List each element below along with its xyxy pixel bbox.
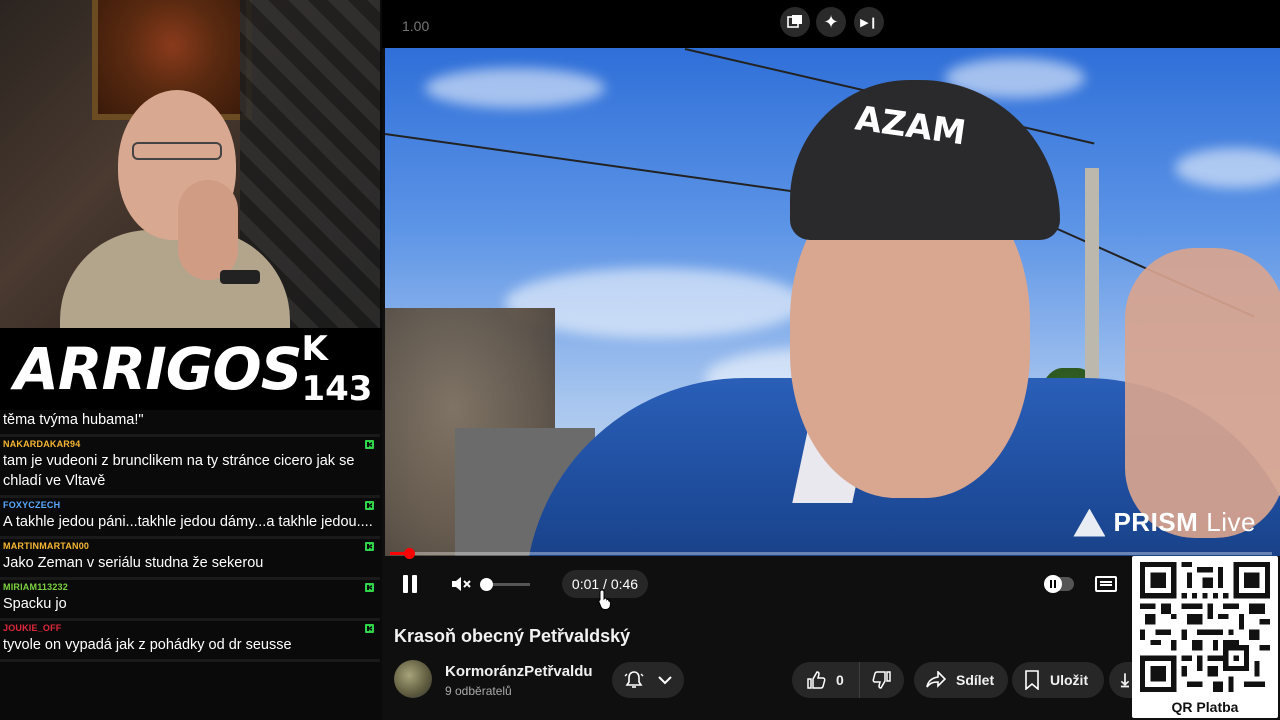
time-current: 0:01 bbox=[571, 576, 600, 592]
bookmark-icon bbox=[1025, 670, 1039, 690]
qr-payment-card: QR Platba bbox=[1132, 556, 1278, 718]
save-button[interactable]: Uložit bbox=[1012, 662, 1104, 698]
sparkle-icon: ✦ bbox=[823, 12, 839, 32]
chat-username: NAKARDAKAR94 bbox=[3, 439, 81, 449]
chat-message-text: Spacku jo bbox=[3, 596, 67, 612]
playback-speed: 1.00 bbox=[402, 18, 430, 34]
chat-username: FOXYCZECH bbox=[3, 500, 61, 510]
chat-username: MIRIAM113232 bbox=[3, 582, 68, 592]
volume-knob[interactable] bbox=[480, 577, 493, 591]
chat-username: MARTINMARTAN00 bbox=[3, 541, 90, 551]
download-icon: ⤓ bbox=[1121, 670, 1129, 690]
chat-message: MIRIAM113232 Spacku jo bbox=[0, 580, 380, 621]
chat-message: těma tvýma hubama!" bbox=[0, 410, 380, 437]
chat-message: JOUKIE_OFF tyvole on vypadá jak z pohádk… bbox=[0, 621, 380, 662]
watermark-live: Live bbox=[1206, 507, 1256, 537]
brand-logo: ARRIGOS bbox=[14, 335, 302, 403]
time-total: 0:46 bbox=[610, 576, 639, 592]
autoplay-pause-icon bbox=[1044, 575, 1062, 593]
save-label: Uložit bbox=[1050, 672, 1089, 688]
volume-slider[interactable] bbox=[480, 570, 532, 598]
prism-live-watermark: PRISM Live bbox=[1073, 507, 1256, 538]
chat-message-text: A takhle jedou páni...takhle jedou dámy.… bbox=[3, 514, 373, 530]
skip-next-button[interactable]: ▶❙ bbox=[854, 7, 884, 37]
chat-message: MARTINMARTAN00 Jako Zeman v seriálu stud… bbox=[0, 539, 380, 580]
mouse-cursor-icon bbox=[598, 589, 611, 610]
share-button[interactable]: Sdílet bbox=[914, 662, 1008, 698]
qr-code-icon bbox=[1140, 562, 1270, 692]
video-title: Krasoň obecný Petřvaldský bbox=[394, 626, 631, 646]
volume-muted-icon bbox=[452, 577, 471, 591]
picture-in-picture-button[interactable] bbox=[780, 7, 810, 37]
mute-button[interactable] bbox=[446, 570, 476, 598]
chat-message: FOXYCZECH A takhle jedou páni...takhle j… bbox=[0, 498, 380, 539]
progress-scrubber[interactable] bbox=[404, 548, 416, 559]
webcam-feed bbox=[0, 0, 380, 328]
subtitles-button[interactable] bbox=[1094, 570, 1118, 598]
like-count: 0 bbox=[836, 672, 844, 688]
like-dislike-group: 0 bbox=[792, 662, 904, 698]
streamer bbox=[60, 90, 290, 328]
like-button[interactable]: 0 bbox=[792, 662, 860, 698]
thumbs-up-icon bbox=[807, 671, 826, 689]
chat-message-text: tyvole on vypadá jak z pohádky od dr seu… bbox=[3, 637, 292, 653]
subscriber-count: 9 odběratelů bbox=[445, 684, 512, 698]
stream-overlay: ARRIGOS K 143 těma tvýma hubama!" NAKARD… bbox=[0, 0, 382, 720]
kick-badge-icon bbox=[365, 624, 374, 633]
bell-icon bbox=[624, 671, 644, 688]
notification-bell-button[interactable] bbox=[612, 662, 684, 698]
thumbs-down-icon bbox=[872, 671, 891, 689]
prism-logo-icon bbox=[1073, 508, 1106, 537]
chat-username: JOUKIE_OFF bbox=[3, 623, 62, 633]
watermark-brand: PRISM bbox=[1113, 507, 1199, 537]
progress-bar[interactable] bbox=[390, 548, 1272, 559]
picture-in-picture-icon bbox=[787, 15, 802, 28]
kick-badge-icon bbox=[365, 440, 374, 449]
chat-message-text: tam je vudeoni z brunclikem na ty stránc… bbox=[3, 453, 355, 489]
chat-message-text: těma tvýma hubama!" bbox=[3, 412, 144, 428]
autoplay-toggle[interactable] bbox=[1042, 570, 1076, 598]
share-label: Sdílet bbox=[956, 672, 995, 688]
kick-badge-icon bbox=[365, 501, 374, 510]
kick-badge-icon bbox=[365, 583, 374, 592]
qr-label: QR Platba bbox=[1171, 699, 1239, 715]
chat-panel: těma tvýma hubama!" NAKARDAKAR94 tam je … bbox=[0, 410, 380, 720]
chat-message: NAKARDAKAR94 tam je vudeoni z brunclikem… bbox=[0, 437, 380, 498]
share-icon bbox=[926, 671, 946, 688]
effects-button[interactable]: ✦ bbox=[816, 7, 846, 37]
brand-counter: K 143 bbox=[301, 329, 373, 409]
dislike-button[interactable] bbox=[860, 670, 904, 690]
pause-button[interactable] bbox=[396, 570, 424, 598]
channel-name[interactable]: KormoránzPetřvaldu bbox=[445, 663, 593, 680]
player-top-bar: 1.00 ✦ ▶❙ bbox=[382, 0, 1280, 48]
stream-brand-banner: ARRIGOS K 143 bbox=[0, 328, 382, 410]
skip-next-icon: ▶❙ bbox=[860, 16, 878, 29]
channel-avatar[interactable] bbox=[394, 660, 432, 698]
video-frame[interactable]: AZAM PRISM Live bbox=[385, 48, 1280, 556]
chat-message-text: Jako Zeman v seriálu studna že sekerou bbox=[3, 555, 264, 571]
subtitles-icon bbox=[1095, 576, 1117, 592]
chevron-down-icon bbox=[658, 676, 672, 685]
screen: ARRIGOS K 143 těma tvýma hubama!" NAKARD… bbox=[0, 0, 1280, 720]
pause-icon bbox=[401, 575, 419, 593]
kick-badge-icon bbox=[365, 542, 374, 551]
